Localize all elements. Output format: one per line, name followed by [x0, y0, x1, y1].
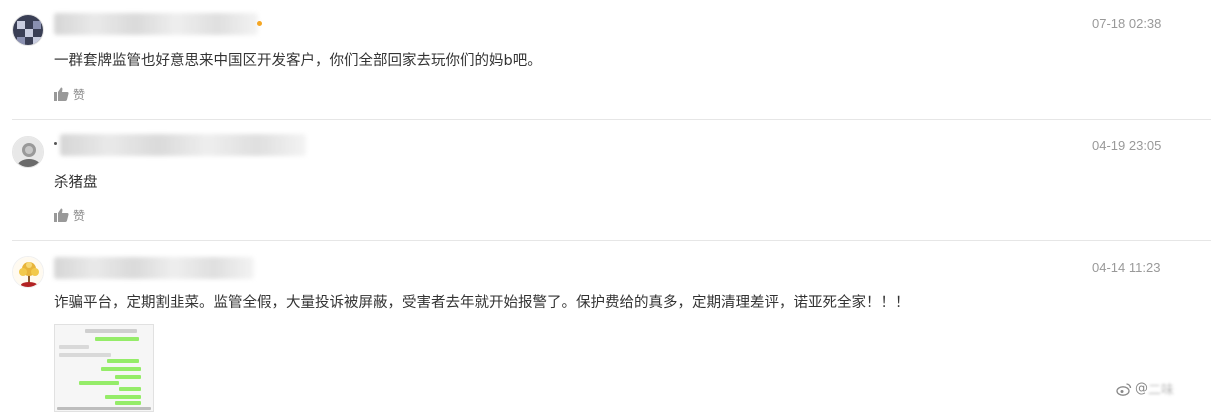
comment-text: 杀猪盘: [54, 175, 98, 191]
watermark-at: @: [1135, 381, 1148, 396]
watermark-text: 二味: [1148, 383, 1175, 398]
badge-icon: [257, 21, 262, 26]
like-label: 赞: [73, 208, 86, 223]
username-redacted: [54, 257, 254, 279]
chat-input-bar: [57, 407, 151, 410]
username-redacted: [54, 13, 258, 35]
comment-time: 07-18 02:38: [1092, 16, 1162, 31]
username-redacted: [60, 134, 306, 156]
comment-time: 04-14 11:23: [1092, 260, 1161, 275]
avatar[interactable]: [12, 256, 44, 288]
chat-bubble: [59, 353, 111, 357]
chat-bubble: [115, 375, 141, 379]
weibo-logo-icon: [1116, 382, 1132, 396]
chat-bubble: [119, 387, 141, 391]
comment-time: 04-19 23:05: [1092, 138, 1162, 153]
attached-image-thumbnail[interactable]: [54, 324, 154, 412]
like-label: 赞: [73, 87, 86, 102]
chat-bubble: [107, 359, 139, 363]
comment-item: 07-18 02:38 一群套牌监管也好意思来中国区开发客户，你们全部回家去玩你…: [0, 0, 1227, 120]
chat-bubble: [59, 345, 89, 349]
chat-bubble: [101, 367, 141, 371]
chat-bubble: [95, 337, 139, 341]
chat-bubble: [115, 401, 141, 405]
chat-bubble: [85, 329, 137, 333]
like-button[interactable]: 赞: [54, 206, 85, 224]
comment-item: 04-19 23:05 杀猪盘 赞: [0, 120, 1227, 240]
comment-item: 04-14 11:23 诈骗平台，定期割韭菜。监管全假，大量投诉被屏蔽，受害者去…: [0, 241, 1227, 419]
like-button[interactable]: 赞: [54, 85, 85, 103]
avatar[interactable]: [12, 136, 44, 168]
comment-text: 一群套牌监管也好意思来中国区开发客户，你们全部回家去玩你们的妈b吧。: [54, 53, 542, 69]
watermark: @ 二味: [1116, 379, 1174, 398]
username-prefix: [54, 142, 57, 145]
thumbs-up-icon: [54, 87, 69, 101]
chat-bubble: [79, 381, 119, 385]
thumbs-up-icon: [54, 208, 69, 222]
comment-text: 诈骗平台，定期割韭菜。监管全假，大量投诉被屏蔽，受害者去年就开始报警了。保护费给…: [54, 295, 910, 311]
chat-bubble: [105, 395, 141, 399]
avatar[interactable]: [12, 14, 44, 46]
